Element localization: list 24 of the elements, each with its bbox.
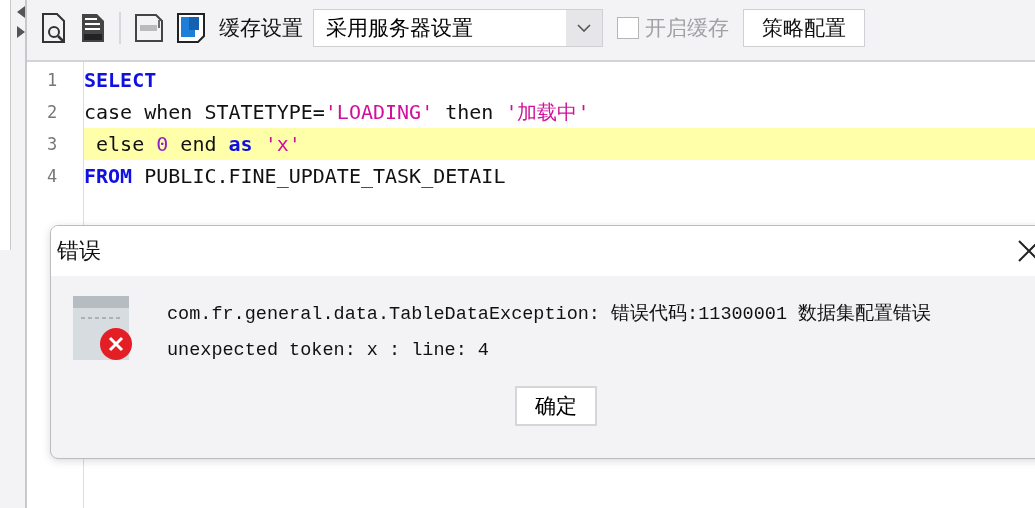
cache-select[interactable]: 采用服务器设置 <box>313 9 603 47</box>
error-message: com.fr.general.data.TableDataException: 错误代码:11300001 数据集配置错误 <box>167 302 932 327</box>
sql-file-icon[interactable] <box>135 14 163 42</box>
document-search-icon[interactable] <box>41 13 67 43</box>
line-number: 3 <box>47 134 58 154</box>
code-line: FROM PUBLIC.FINE_UPDATE_TASK_DETAIL <box>84 163 506 190</box>
scroll-left-icon[interactable] <box>17 6 25 18</box>
line-number: 4 <box>47 166 58 186</box>
caret-icon <box>577 24 591 32</box>
line-number: 2 <box>47 102 58 122</box>
code-line: else 0 end as 'x' <box>95 131 301 158</box>
ok-button[interactable]: 确定 <box>515 386 597 426</box>
scroll-right-icon[interactable] <box>17 26 25 38</box>
file-icon[interactable] <box>177 13 205 43</box>
error-icon <box>73 296 133 361</box>
error-message: unexpected token: x : line: 4 <box>167 339 490 363</box>
cache-settings-label: 缓存设置 <box>219 15 303 42</box>
dialog-title: 错误 <box>57 237 102 265</box>
line-number: 1 <box>47 70 58 90</box>
code-line: SELECT <box>84 67 157 94</box>
code-line: case when STATETYPE='LOADING' then '加载中' <box>84 99 590 126</box>
close-icon[interactable] <box>1017 239 1035 263</box>
strategy-button[interactable]: 策略配置 <box>743 9 865 47</box>
sql-file-icon[interactable] <box>81 13 105 43</box>
